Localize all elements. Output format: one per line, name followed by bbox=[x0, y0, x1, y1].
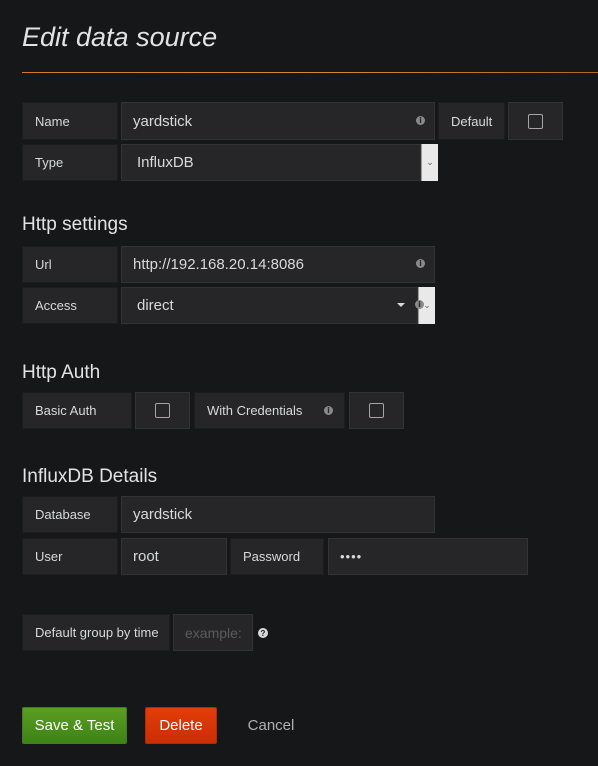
delete-button[interactable]: Delete bbox=[145, 707, 217, 744]
default-checkbox[interactable] bbox=[528, 113, 543, 129]
password-input[interactable]: •••• bbox=[328, 538, 528, 575]
group-by-time-label: Default group by time bbox=[22, 614, 170, 651]
type-value: InfluxDB bbox=[137, 154, 194, 171]
question-circle-icon[interactable]: ? bbox=[258, 628, 268, 638]
with-credentials-checkbox[interactable] bbox=[369, 403, 384, 418]
url-label: Url bbox=[22, 246, 118, 283]
url-value: http://192.168.20.14:8086 bbox=[133, 256, 304, 273]
with-credentials-label: With Credentials bbox=[207, 403, 303, 418]
with-credentials-label-cell: With Credentials bbox=[194, 392, 345, 429]
basic-auth-checkbox-cell[interactable] bbox=[135, 392, 190, 429]
database-value: yardstick bbox=[133, 506, 193, 523]
name-value: yardstick bbox=[133, 112, 193, 130]
chevron-down-icon[interactable]: ⌄ bbox=[421, 144, 438, 181]
name-label: Name bbox=[22, 102, 118, 140]
password-label: Password bbox=[230, 538, 324, 575]
basic-auth-label: Basic Auth bbox=[22, 392, 132, 429]
user-value: root bbox=[133, 548, 159, 565]
info-icon[interactable]: i bbox=[415, 300, 424, 309]
default-checkbox-cell[interactable] bbox=[508, 102, 563, 140]
url-input[interactable]: http://192.168.20.14:8086 bbox=[121, 246, 435, 283]
access-select[interactable]: direct bbox=[121, 287, 418, 324]
basic-auth-checkbox[interactable] bbox=[155, 403, 170, 418]
caret-down-icon bbox=[397, 303, 405, 307]
info-icon[interactable]: i bbox=[416, 259, 425, 268]
user-input[interactable]: root bbox=[121, 538, 227, 575]
database-label: Database bbox=[22, 496, 118, 533]
title-divider bbox=[22, 72, 598, 73]
password-value: •••• bbox=[340, 549, 363, 564]
info-icon[interactable]: i bbox=[324, 406, 333, 415]
http-auth-heading: Http Auth bbox=[22, 362, 101, 383]
influxdb-details-heading: InfluxDB Details bbox=[22, 466, 158, 487]
page-title: Edit data source bbox=[22, 22, 218, 52]
save-test-button[interactable]: Save & Test bbox=[22, 707, 127, 744]
with-credentials-checkbox-cell[interactable] bbox=[349, 392, 404, 429]
group-by-time-placeholder: example: bbox=[185, 624, 242, 641]
http-settings-heading: Http settings bbox=[22, 214, 128, 235]
group-by-time-input[interactable]: example: bbox=[173, 614, 253, 651]
database-input[interactable]: yardstick bbox=[121, 496, 435, 533]
access-label: Access bbox=[22, 287, 118, 324]
cancel-button[interactable]: Cancel bbox=[240, 707, 302, 744]
user-label: User bbox=[22, 538, 118, 575]
info-icon[interactable]: i bbox=[416, 116, 425, 125]
default-label: Default bbox=[438, 102, 505, 140]
type-label: Type bbox=[22, 144, 118, 181]
type-select[interactable]: InfluxDB bbox=[121, 144, 421, 181]
access-value: direct bbox=[137, 297, 174, 314]
name-input[interactable]: yardstick bbox=[121, 102, 435, 140]
